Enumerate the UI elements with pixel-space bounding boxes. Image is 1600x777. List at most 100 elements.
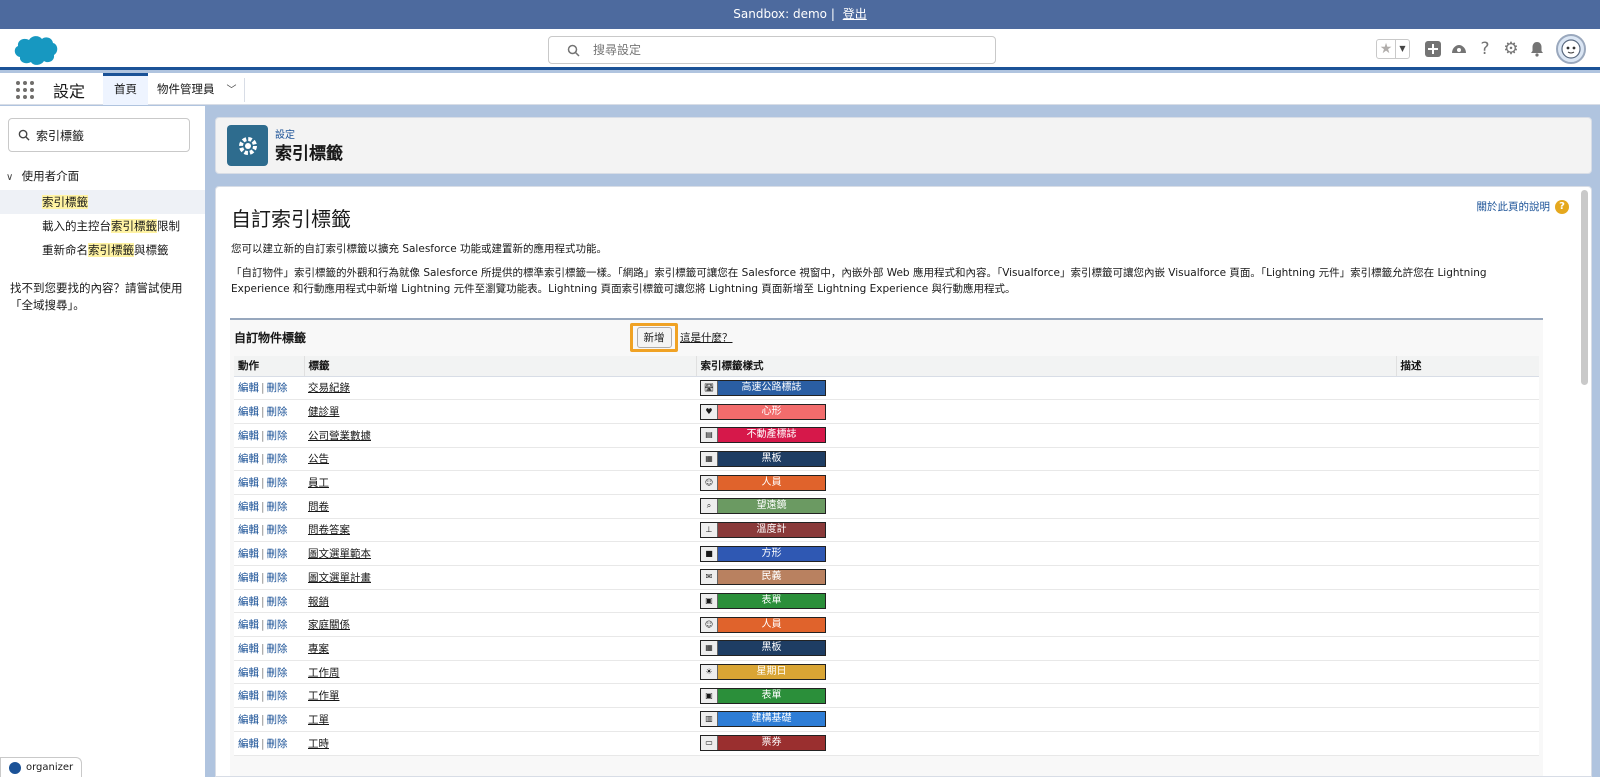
edit-link[interactable]: 編輯 [238, 382, 259, 394]
delete-link[interactable]: 刪除 [267, 524, 288, 536]
chevron-down-icon[interactable]: ﹀ [227, 75, 237, 107]
edit-link[interactable]: 編輯 [238, 619, 259, 631]
organizer-widget[interactable]: organizer [0, 757, 83, 777]
tab-label-link[interactable]: 員工 [308, 477, 329, 489]
tree-section-user-interface[interactable]: ∨ 使用者介面 [6, 168, 79, 184]
edit-link[interactable]: 編輯 [238, 714, 259, 726]
delete-link[interactable]: 刪除 [267, 382, 288, 394]
tab-label-link[interactable]: 工作單 [308, 690, 340, 702]
row-description-cell [1396, 612, 1539, 638]
delete-link[interactable]: 刪除 [267, 453, 288, 465]
tab-style-icon: ✉ [701, 570, 718, 585]
action-separator: | [261, 548, 265, 561]
tab-label-link[interactable]: 公司營業數據 [308, 430, 371, 442]
global-search-hint: 找不到您要找的內容？請嘗試使用「全域搜尋」。 [10, 281, 183, 312]
delete-link[interactable]: 刪除 [267, 430, 288, 442]
delete-link[interactable]: 刪除 [267, 501, 288, 513]
row-actions: 編輯 | 刪除 [234, 494, 304, 519]
edit-link[interactable]: 編輯 [238, 690, 259, 702]
edit-link[interactable]: 編輯 [238, 430, 259, 442]
delete-link[interactable]: 刪除 [267, 406, 288, 418]
help-icon[interactable]: ? [1472, 36, 1498, 62]
delete-link[interactable]: 刪除 [267, 477, 288, 489]
row-actions: 編輯 | 刪除 [234, 423, 304, 448]
tab-label-link[interactable]: 工單 [308, 714, 329, 726]
delete-link[interactable]: 刪除 [267, 596, 288, 608]
notification-bell-icon[interactable] [1524, 36, 1550, 62]
row-actions: 編輯 | 刪除 [234, 447, 304, 472]
edit-link[interactable]: 編輯 [238, 477, 259, 489]
edit-link[interactable]: 編輯 [238, 667, 259, 679]
search-icon [18, 129, 30, 141]
global-search[interactable] [548, 36, 996, 64]
edit-link[interactable]: 編輯 [238, 501, 259, 513]
edit-link[interactable]: 編輯 [238, 524, 259, 536]
quick-find-input[interactable] [36, 127, 176, 143]
logout-link[interactable]: 登出 [843, 7, 867, 21]
new-button[interactable]: 新增 [636, 327, 672, 348]
salesforce-logo[interactable] [9, 33, 59, 67]
tab-style-chip: ✉ 民義 [700, 569, 826, 586]
tab-label-link[interactable]: 工時 [308, 738, 329, 750]
what-is-this-link[interactable]: 這是什麼？ [680, 330, 733, 345]
tab-style-name: 表單 [718, 594, 825, 609]
row-actions: 編輯 | 刪除 [234, 660, 304, 685]
delete-link[interactable]: 刪除 [267, 714, 288, 726]
add-icon[interactable] [1420, 36, 1446, 62]
favorites-dropdown-icon[interactable]: ▼ [1395, 40, 1409, 58]
help-link[interactable]: 關於此頁的說明 ? [1477, 199, 1569, 214]
quick-find[interactable] [8, 118, 190, 152]
edit-link[interactable]: 編輯 [238, 643, 259, 655]
tab-label-link[interactable]: 專案 [308, 643, 329, 655]
row-label-cell: 問卷答案 [304, 518, 696, 543]
tab-label-link[interactable]: 公告 [308, 453, 329, 465]
delete-link[interactable]: 刪除 [267, 690, 288, 702]
tab-label-link[interactable]: 健診單 [308, 406, 340, 418]
sidebar-item-text: 限制 [157, 219, 180, 233]
row-style-cell: ☺ 人員 [696, 612, 1396, 638]
delete-link[interactable]: 刪除 [267, 667, 288, 679]
global-search-input[interactable] [593, 41, 973, 59]
tab-label-link[interactable]: 問卷答案 [308, 524, 350, 536]
user-avatar[interactable] [1556, 34, 1586, 64]
new-button-highlight[interactable]: 新增 [630, 323, 678, 352]
edit-link[interactable]: 編輯 [238, 548, 259, 560]
tab-label-link[interactable]: 工作周 [308, 667, 340, 679]
app-launcher-icon[interactable] [16, 81, 34, 99]
tab-home[interactable]: 首頁 [103, 73, 148, 105]
row-label-cell: 公司營業數據 [304, 423, 696, 448]
tab-label-link[interactable]: 圖文選單範本 [308, 548, 371, 560]
tab-label-link[interactable]: 家庭關係 [308, 619, 350, 631]
tab-label-link[interactable]: 圖文選單計畫 [308, 572, 371, 584]
edit-link[interactable]: 編輯 [238, 596, 259, 608]
edit-link[interactable]: 編輯 [238, 453, 259, 465]
favorites-star-icon[interactable]: ★ [1377, 40, 1395, 58]
sidebar-item-console-tab-limits[interactable]: 載入的主控台索引標籤限制 [0, 214, 205, 238]
row-label-cell: 工作單 [304, 683, 696, 709]
trailhead-icon[interactable] [1446, 36, 1472, 62]
edit-link[interactable]: 編輯 [238, 572, 259, 584]
table-body: 編輯 | 刪除 交易紀錄 🛣 高速公路標誌 編輯 | 刪除 健診單 ♥ 心形 編輯 | 刪除 公司營業數據 ▤ 不… [234, 376, 1539, 756]
table-row: 編輯 | 刪除 公告 ▦ 黑板 [234, 447, 1539, 472]
row-description-cell [1396, 518, 1539, 543]
delete-link[interactable]: 刪除 [267, 619, 288, 631]
setup-gear-icon[interactable]: ⚙ [1498, 36, 1524, 62]
edit-link[interactable]: 編輯 [238, 406, 259, 418]
delete-link[interactable]: 刪除 [267, 643, 288, 655]
tab-style-chip: ▥ 建構基礎 [700, 711, 826, 728]
delete-link[interactable]: 刪除 [267, 572, 288, 584]
delete-link[interactable]: 刪除 [267, 738, 288, 750]
favorites-group[interactable]: ★ ▼ [1376, 39, 1410, 59]
delete-link[interactable]: 刪除 [267, 548, 288, 560]
scrollbar[interactable] [1581, 190, 1588, 385]
chevron-down-icon[interactable]: ∨ [6, 172, 18, 183]
edit-link[interactable]: 編輯 [238, 738, 259, 750]
tab-label-link[interactable]: 報銷 [308, 596, 329, 608]
tab-object-manager[interactable]: 物件管理員 ﹀ [146, 73, 248, 105]
row-style-cell: ⌕ 望遠鏡 [696, 494, 1396, 519]
tab-label-link[interactable]: 問卷 [308, 501, 329, 513]
page-title: 索引標籤 [275, 144, 343, 164]
sidebar-item-rename-tabs-labels[interactable]: 重新命名索引標籤與標籤 [0, 238, 205, 262]
sidebar-item-tabs[interactable]: 索引標籤 [0, 190, 205, 214]
tab-label-link[interactable]: 交易紀錄 [308, 382, 350, 394]
